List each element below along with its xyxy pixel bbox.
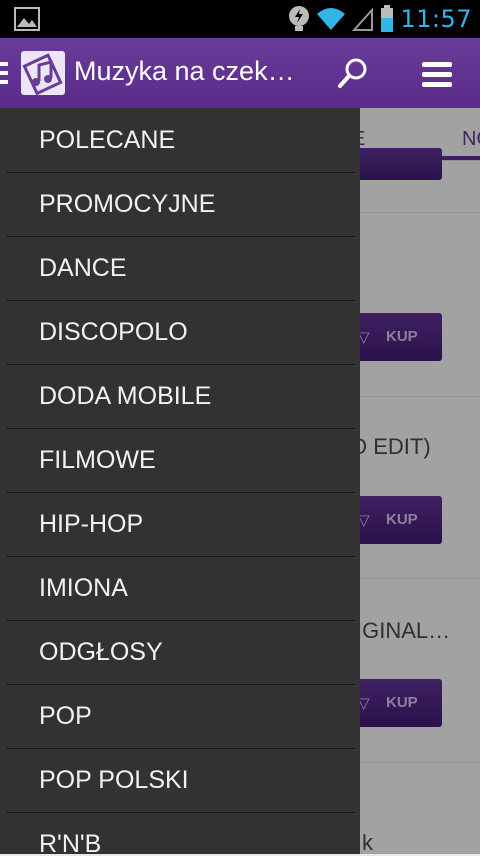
battery-icon xyxy=(381,5,394,32)
drawer-item-label: IMIONA xyxy=(39,574,128,602)
drawer-item-label: HIP-HOP xyxy=(39,510,144,538)
drawer-item-polecane[interactable]: POLECANE xyxy=(6,108,355,173)
drawer-item-label: DODA MOBILE xyxy=(39,382,212,410)
drawer-item-label: FILMOWE xyxy=(39,446,156,474)
drawer-indicator-icon[interactable] xyxy=(0,62,10,84)
drawer-item-dance[interactable]: DANCE xyxy=(6,236,355,301)
drawer-item-discopolo[interactable]: DISCOPOLO xyxy=(6,300,355,365)
image-notification-icon xyxy=(14,7,40,31)
drawer-item-pop[interactable]: POP xyxy=(6,684,355,749)
signal-icon xyxy=(352,7,374,31)
drawer-item-doda-mobile[interactable]: DODA MOBILE xyxy=(6,364,355,429)
clock: 11:57 xyxy=(400,5,472,33)
overflow-menu-icon[interactable] xyxy=(420,60,454,90)
status-bar: 11:57 xyxy=(0,0,480,38)
drawer-item-promocyjne[interactable]: PROMOCYJNE xyxy=(6,172,355,237)
drawer-item-label: R'N'B xyxy=(39,830,102,854)
drawer-item-label: POP POLSKI xyxy=(39,766,189,794)
drawer-item-imiona[interactable]: IMIONA xyxy=(6,556,355,621)
drawer-item-filmowe[interactable]: FILMOWE xyxy=(6,428,355,493)
battery-saver-icon xyxy=(289,6,310,31)
drawer-item-label: ODGŁOSY xyxy=(39,638,163,666)
drawer-item-label: POLECANE xyxy=(39,126,176,154)
drawer-item-hip-hop[interactable]: HIP-HOP xyxy=(6,492,355,557)
drawer-item-pop-polski[interactable]: POP POLSKI xyxy=(6,748,355,813)
drawer-item-label: DISCOPOLO xyxy=(39,318,188,346)
navigation-drawer: POLECANE PROMOCYJNE DANCE DISCOPOLO DODA… xyxy=(0,108,360,854)
drawer-item-rnb[interactable]: R'N'B xyxy=(6,812,355,854)
drawer-item-label: DANCE xyxy=(39,254,127,282)
page-title: Muzyka na czek… xyxy=(74,56,295,86)
app-logo-icon[interactable] xyxy=(21,51,65,96)
drawer-item-label: PROMOCYJNE xyxy=(39,190,216,218)
search-icon[interactable] xyxy=(336,56,370,90)
drawer-item-odglosy[interactable]: ODGŁOSY xyxy=(6,620,355,685)
drawer-item-label: POP xyxy=(39,702,92,730)
wifi-icon xyxy=(317,8,346,30)
action-bar: Muzyka na czek… xyxy=(0,38,480,108)
